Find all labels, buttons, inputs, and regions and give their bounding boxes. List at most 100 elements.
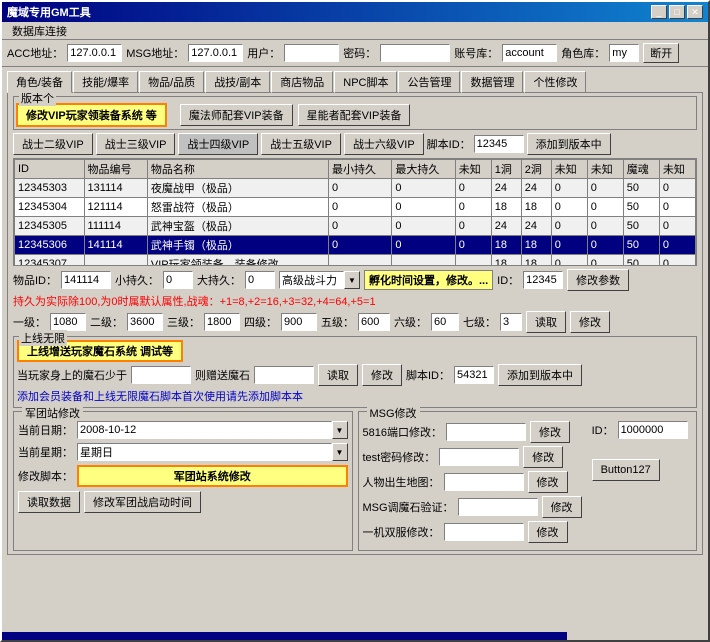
close-button[interactable]: ✕ (687, 5, 703, 19)
lv3-label: 三级： (167, 314, 200, 330)
tab-skill-drop[interactable]: 技能/爆率 (73, 71, 138, 93)
combat-arrow[interactable]: ▼ (344, 271, 360, 289)
upper-note: 添加会员装备和上线无限魔石脚本首次使用请先添加脚本本 (17, 388, 693, 404)
map-row: 人物出生地图： 修改 (363, 471, 582, 493)
upper-add-btn[interactable]: 添加到版本中 (498, 364, 582, 386)
minimize-button[interactable]: _ (651, 5, 667, 19)
dual-input[interactable] (444, 523, 524, 541)
msg-input[interactable] (188, 44, 243, 62)
tab-item-quality[interactable]: 物品/品质 (139, 71, 204, 93)
tab-battle-dungeon[interactable]: 战技/副本 (205, 71, 270, 93)
upper-modify-btn[interactable]: 修改 (362, 364, 402, 386)
maximize-button[interactable]: □ (669, 5, 685, 19)
verify-input[interactable] (458, 498, 538, 516)
star-vip-tab[interactable]: 星能者配套VIP装备 (298, 104, 411, 126)
table-row[interactable]: 12345306141114武神手镯（极品）000181800500 (15, 236, 696, 255)
army-title: 军团站修改 (22, 405, 83, 421)
table-row[interactable]: 12345305111114武神宝盔（极品）000242400500 (15, 217, 696, 236)
tab-role-equip[interactable]: 角色/装备 (7, 71, 72, 93)
upper-script-input[interactable] (454, 366, 494, 384)
date-arrow[interactable]: ▼ (332, 421, 348, 439)
col-unk2: 未知 (551, 160, 587, 179)
msg-fields: 5816端口修改： 修改 test密码修改： 修改 人物出生地图： (363, 421, 582, 546)
vip-table: ID 物品编号 物品名称 最小持久 最大持久 未知 1洞 2洞 未知 未知 魔魂… (14, 159, 696, 266)
table-row[interactable]: 12345303131114夜魔战甲（极品）000242400500 (15, 179, 696, 198)
upper-row: 上线增送玩家魔石系统 调试等 (17, 340, 693, 362)
lv4-input[interactable] (281, 313, 317, 331)
vip-tab-6[interactable]: 战士六级VIP (344, 133, 424, 155)
tab-announcement[interactable]: 公告管理 (398, 71, 460, 93)
script-label: 修改脚本： (18, 468, 73, 484)
lv7-input[interactable] (500, 313, 522, 331)
upper-read-btn[interactable]: 读取 (318, 364, 358, 386)
col-unk4: 未知 (659, 160, 695, 179)
week-input[interactable] (77, 443, 332, 461)
date-input[interactable] (77, 421, 332, 439)
combat-combo[interactable]: ▼ (279, 271, 360, 289)
tab-shop-items[interactable]: 商店物品 (271, 71, 333, 93)
password-input[interactable] (380, 44, 450, 62)
disconnect-button[interactable]: 断开 (643, 43, 679, 63)
port-input[interactable] (446, 423, 526, 441)
menu-db-connect[interactable]: 数据库连接 (6, 22, 73, 40)
upper-give-input[interactable] (254, 366, 314, 384)
army-highlight-btn[interactable]: 军团站系统修改 (77, 465, 348, 487)
tab-data-manage[interactable]: 数据管理 (461, 71, 523, 93)
map-modify-btn[interactable]: 修改 (528, 471, 568, 493)
lv5-input[interactable] (358, 313, 390, 331)
lv3-input[interactable] (204, 313, 240, 331)
lv2-input[interactable] (127, 313, 163, 331)
col-h2: 2洞 (521, 160, 551, 179)
test-modify-btn[interactable]: 修改 (523, 446, 563, 468)
week-combo[interactable]: ▼ (77, 443, 348, 461)
user-input[interactable] (284, 44, 339, 62)
map-label: 人物出生地图： (363, 474, 440, 490)
dual-modify-btn[interactable]: 修改 (528, 521, 568, 543)
vip-tab-4[interactable]: 战士四级VIP (178, 133, 258, 155)
msg-id-input[interactable] (618, 421, 688, 439)
level-modify-btn[interactable]: 修改 (570, 311, 610, 333)
modify-params-btn[interactable]: 修改参数 (567, 269, 629, 291)
mage-vip-tab[interactable]: 魔法师配套VIP装备 (180, 104, 293, 126)
map-input[interactable] (444, 473, 524, 491)
lv1-input[interactable] (50, 313, 86, 331)
col-unk3: 未知 (587, 160, 623, 179)
vip-tabs-row: 战士二级VIP 战士三级VIP 战士四级VIP 战士五级VIP 战士六级VIP … (13, 133, 697, 155)
red-hint: 持久为实际除100,为0时属默认属性,战魂：+1=8,+2=16,+3=32,+… (13, 293, 697, 309)
verify-modify-btn[interactable]: 修改 (542, 496, 582, 518)
test-input[interactable] (439, 448, 519, 466)
table-row[interactable]: 12345307VIP玩家领装备，装备修改。181800500 (15, 255, 696, 267)
acc-input[interactable] (67, 44, 122, 62)
foot-id-input[interactable] (474, 135, 524, 153)
tab-personal[interactable]: 个性修改 (524, 71, 586, 93)
vip-system-button[interactable]: 修改VIP玩家领装备系统 等 (16, 103, 167, 127)
tab-npc-script[interactable]: NPC脚本 (334, 71, 397, 93)
vip-tab-3[interactable]: 战士三级VIP (96, 133, 176, 155)
combat-input[interactable] (279, 271, 344, 289)
add-to-version-btn[interactable]: 添加到版本中 (527, 133, 611, 155)
upper-min-input[interactable] (131, 366, 191, 384)
table-container[interactable]: ID 物品编号 物品名称 最小持久 最大持久 未知 1洞 2洞 未知 未知 魔魂… (13, 158, 697, 266)
vip-tab-5[interactable]: 战士五级VIP (261, 133, 341, 155)
role-input[interactable] (609, 44, 639, 62)
vip-tab-2[interactable]: 战士二级VIP (13, 133, 93, 155)
min-input[interactable] (163, 271, 193, 289)
army-read-btn[interactable]: 读取数据 (18, 491, 80, 513)
col-id: ID (15, 160, 85, 179)
item-id-input[interactable] (61, 271, 111, 289)
table-row[interactable]: 12345304121114怒雷战符（极品）000181800500 (15, 198, 696, 217)
lv6-input[interactable] (431, 313, 459, 331)
level-read-btn[interactable]: 读取 (526, 311, 566, 333)
db-input[interactable] (502, 44, 557, 62)
port-modify-btn[interactable]: 修改 (530, 421, 570, 443)
lv5-label: 五级： (321, 314, 354, 330)
id-input[interactable] (523, 271, 563, 289)
max-input[interactable] (245, 271, 275, 289)
army-modify-time-btn[interactable]: 修改军团战启动时间 (84, 491, 201, 513)
hatch-hint: 孵化时间设置，修改。... (364, 270, 493, 290)
msg-right: ID： Button127 (592, 421, 688, 546)
date-combo[interactable]: ▼ (77, 421, 348, 439)
button127[interactable]: Button127 (592, 459, 660, 481)
week-arrow[interactable]: ▼ (332, 443, 348, 461)
col-name: 物品名称 (147, 160, 328, 179)
